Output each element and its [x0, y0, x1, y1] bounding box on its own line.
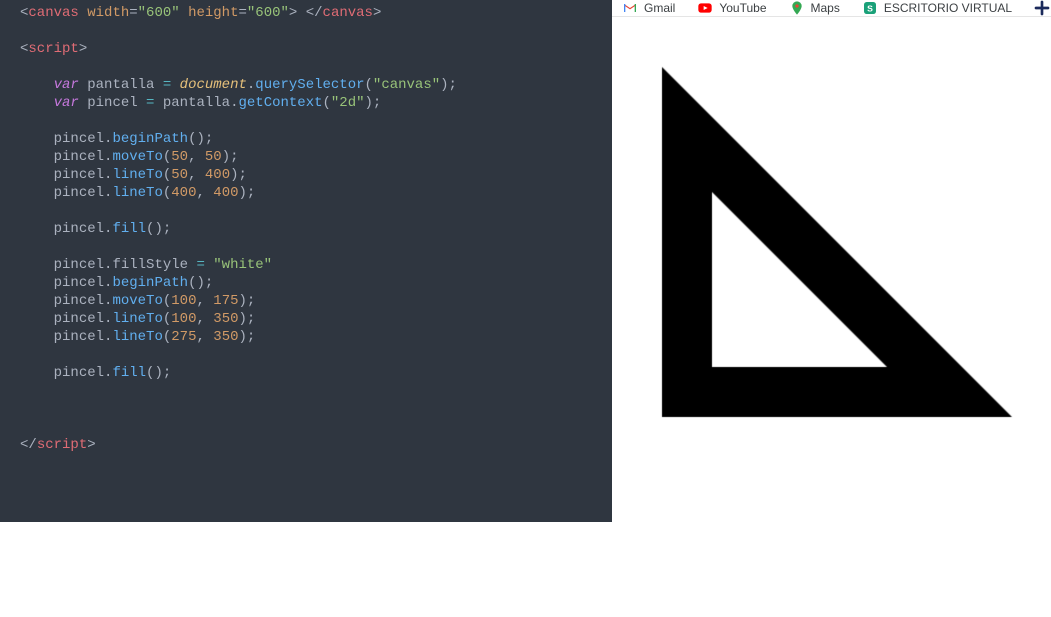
bookmark-inbu[interactable]: INBU — [1034, 0, 1051, 16]
canvas-output — [612, 17, 1051, 617]
svg-text:S: S — [867, 3, 873, 13]
escritorio-icon: S — [862, 0, 878, 16]
bookmark-escritorio[interactable]: S ESCRITORIO VIRTUAL — [862, 0, 1012, 16]
bookmark-youtube[interactable]: YouTube — [697, 0, 766, 16]
youtube-icon — [697, 0, 713, 16]
inbu-icon — [1034, 0, 1050, 16]
code-editor[interactable]: <canvas width="600" height="600"> </canv… — [0, 0, 612, 522]
bookmark-gmail[interactable]: Gmail — [622, 0, 675, 16]
maps-icon — [789, 0, 805, 16]
browser-preview: Gmail YouTube Maps S ESCRITORIO VIRTUAL … — [612, 0, 1051, 522]
code-content: <canvas width="600" height="600"> </canv… — [20, 4, 612, 454]
bookmarks-bar: Gmail YouTube Maps S ESCRITORIO VIRTUAL … — [612, 0, 1051, 17]
bookmark-label: ESCRITORIO VIRTUAL — [884, 1, 1012, 15]
bookmark-maps[interactable]: Maps — [789, 0, 840, 16]
bookmark-label: Maps — [811, 1, 840, 15]
bookmark-label: YouTube — [719, 1, 766, 15]
gmail-icon — [622, 0, 638, 16]
canvas — [612, 17, 1051, 617]
bookmark-label: Gmail — [644, 1, 675, 15]
